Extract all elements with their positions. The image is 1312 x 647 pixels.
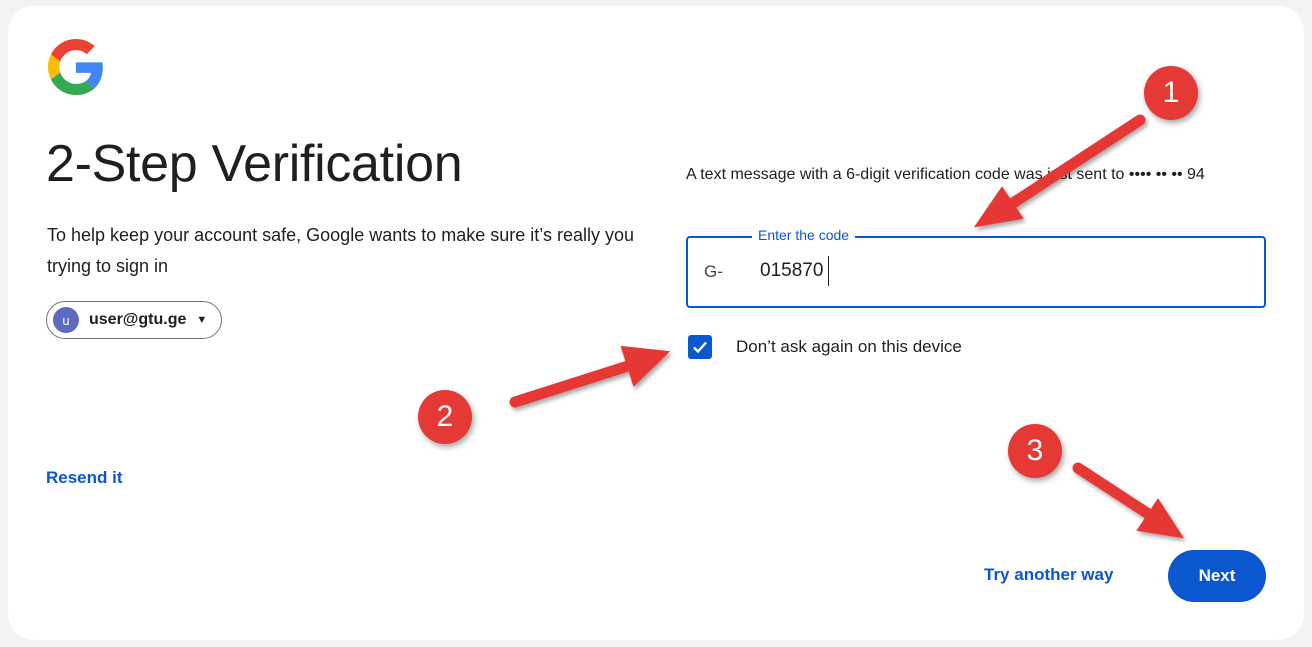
remember-checkbox[interactable] (688, 335, 712, 359)
google-g-icon (48, 39, 103, 95)
remember-device-row[interactable]: Don’t ask again on this device (688, 335, 962, 359)
code-input-field[interactable]: Enter the code G- 015870 (686, 227, 1266, 308)
code-field-label: Enter the code (752, 227, 856, 243)
account-email: user@gtu.ge (89, 311, 187, 328)
annotation-badge-1: 1 (1144, 66, 1198, 120)
code-input[interactable]: 015870 (760, 260, 823, 282)
caret-down-icon: ▼ (196, 314, 208, 326)
annotation-badge-3: 3 (1008, 424, 1062, 478)
signin-card: 2-Step Verification To help keep your ac… (8, 6, 1304, 640)
code-prefix: G- (704, 262, 723, 281)
resend-link[interactable]: Resend it (46, 468, 123, 488)
try-another-way-button[interactable]: Try another way (984, 565, 1113, 585)
text-caret (828, 256, 829, 286)
avatar: u (53, 307, 79, 333)
page-title: 2-Step Verification (46, 135, 463, 193)
checkmark-icon (693, 341, 707, 354)
account-chip[interactable]: u user@gtu.ge ▼ (46, 301, 223, 339)
next-button[interactable]: Next (1168, 550, 1266, 602)
annotation-badge-2: 2 (418, 390, 472, 444)
page-subtitle: To help keep your account safe, Google w… (47, 225, 634, 276)
remember-label: Don’t ask again on this device (736, 337, 962, 356)
sms-sent-message: A text message with a 6-digit verificati… (686, 166, 1205, 183)
